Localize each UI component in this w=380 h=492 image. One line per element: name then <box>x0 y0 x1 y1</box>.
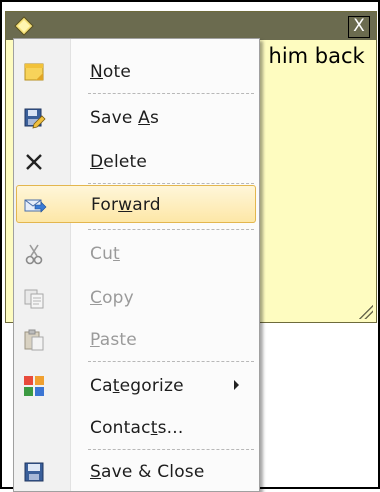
close-button[interactable]: X <box>348 16 370 38</box>
menu-item-label: Forward <box>91 195 161 215</box>
note-text[interactable]: l him back <box>256 44 365 68</box>
context-menu: Note Save As Delete Forward Cut Copy Pas… <box>13 38 260 492</box>
menu-item-contacts[interactable]: Contacts... <box>16 409 256 447</box>
menu-item-label: Contacts... <box>90 418 184 438</box>
menu-item-label: Delete <box>90 152 148 172</box>
categorize-icon <box>24 376 44 396</box>
resize-grip-icon[interactable] <box>357 303 373 319</box>
delete-icon <box>26 154 42 170</box>
menu-item-label: Save & Close <box>90 462 205 482</box>
menu-item-label: Save As <box>90 108 160 128</box>
save-as-icon <box>24 108 46 129</box>
copy-icon <box>24 289 44 309</box>
menu-item-label: Copy <box>90 288 134 308</box>
note-titlebar[interactable]: X <box>6 12 376 40</box>
forward-icon <box>24 199 47 213</box>
menu-item-copy[interactable]: Copy <box>16 279 256 317</box>
submenu-arrow-icon <box>234 380 239 390</box>
save-close-icon <box>24 462 44 482</box>
paste-icon <box>24 329 44 351</box>
menu-item-save-as[interactable]: Save As <box>16 99 256 137</box>
menu-item-categorize[interactable]: Categorize <box>16 367 256 405</box>
menu-separator <box>88 229 254 230</box>
menu-separator <box>88 183 254 184</box>
menu-item-forward[interactable]: Forward <box>16 185 256 223</box>
menu-item-note[interactable]: Note <box>16 53 256 91</box>
menu-separator <box>88 449 254 450</box>
menu-item-paste[interactable]: Paste <box>16 321 256 359</box>
menu-item-label: Categorize <box>90 376 184 396</box>
menu-separator <box>88 93 254 94</box>
menu-item-cut[interactable]: Cut <box>16 235 256 273</box>
menu-item-save-close[interactable]: Save & Close <box>16 453 256 491</box>
menu-separator <box>88 361 254 362</box>
menu-item-label: Cut <box>90 244 120 264</box>
menu-item-label: Note <box>90 62 132 82</box>
menu-item-label: Paste <box>90 330 137 350</box>
note-icon[interactable] <box>12 14 36 38</box>
cut-icon <box>25 244 43 265</box>
note-icon <box>24 63 44 81</box>
menu-item-delete[interactable]: Delete <box>16 143 256 181</box>
